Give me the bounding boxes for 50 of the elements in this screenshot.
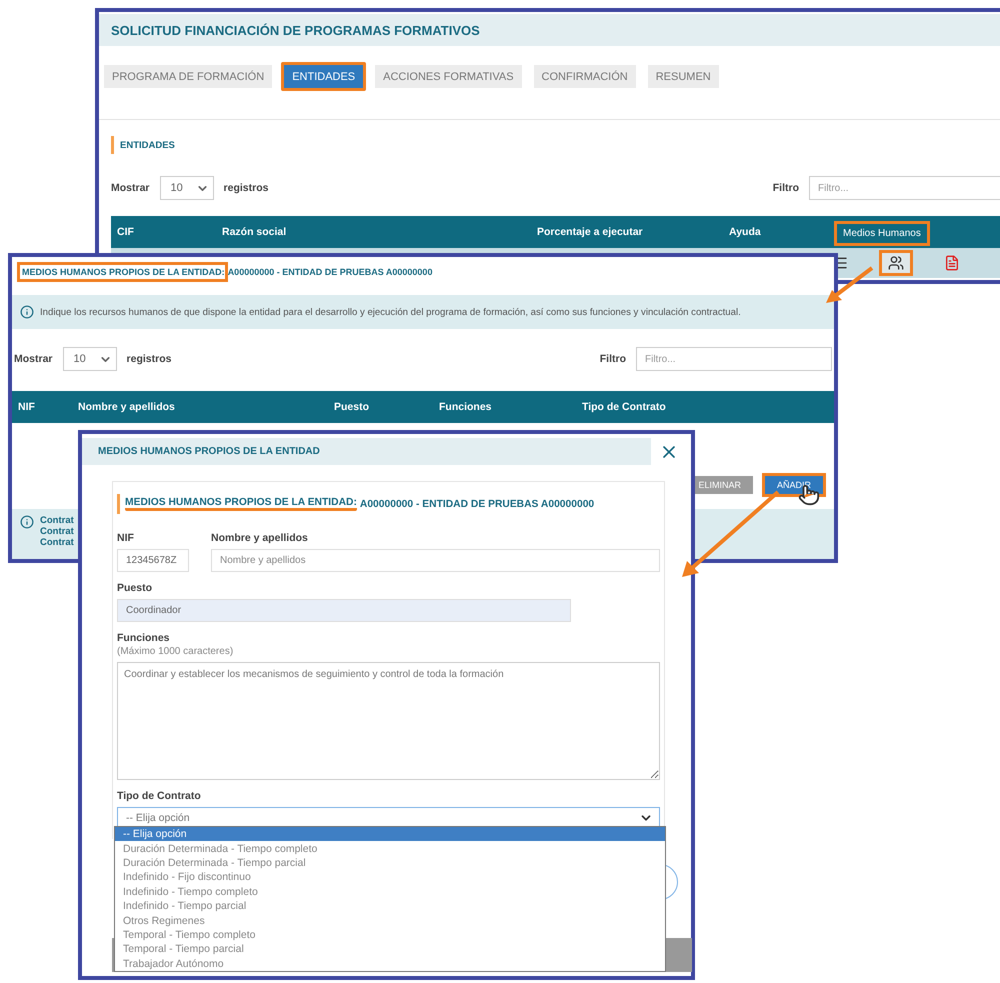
field-label: Puesto [117,582,154,594]
note-text: Contrat [40,537,74,548]
column-header: Tipo de Contrato [582,401,666,413]
column-header: Medios Humanos [837,224,927,242]
column-header: NIF [18,401,35,413]
dialog-title: MEDIOS HUMANOS PROPIOS DE LA ENTIDAD [98,446,320,457]
tab[interactable]: ENTIDADES [281,62,366,91]
position-field[interactable]: Coordinador [117,599,571,622]
field-label: Tipo de Contrato [117,790,202,802]
entity-name: A00000000 - ENTIDAD DE PRUEBAS A00000000 [360,498,594,510]
callout-arrow [826,266,874,303]
column-header: Puesto [334,401,370,413]
pdf-file-icon [944,255,960,271]
functions-field[interactable]: Coordinar y establecer los mecanismos de seguimiento y control de toda la formación [117,662,660,780]
panel-title: MEDIOS HUMANOS PROPIOS DE LA ENTIDAD: [20,265,225,279]
page-size-select[interactable]: 10 [62,347,117,371]
form-heading: MEDIOS HUMANOS PROPIOS DE LA ENTIDAD: [125,497,357,511]
field-label: Nombre y apellidos [211,532,309,544]
column-header: Ayuda [729,226,761,238]
records-label: registros [126,353,172,365]
nif-field[interactable]: 12345678Z [117,549,189,572]
column-header: Porcentaje a ejecutar [537,226,643,238]
column-header: CIF [117,226,134,238]
info-icon [20,515,34,529]
note-text: Contrat [40,526,74,537]
show-label: Mostrar [111,182,150,194]
field-label: NIF [117,532,135,544]
column-header: Funciones [439,401,492,413]
section-heading: ENTIDADES [111,136,1000,154]
page-title: SOLICITUD FINANCIACIÓN DE PROGRAMAS FORMATIVOS [111,22,480,38]
info-icon [20,305,34,319]
row-action-button[interactable] [879,250,913,276]
column-header: Razón social [222,226,286,238]
filter-field[interactable]: Filtro... [636,347,832,371]
tab[interactable]: ACCIONES FORMATIVAS [372,62,525,91]
dropdown-option[interactable]: -- Elija opción [115,827,665,842]
entity-name: A00000000 - ENTIDAD DE PRUEBAS A00000000 [228,267,432,277]
page-size-select[interactable]: 10 [160,176,214,200]
people-icon [888,255,904,271]
filter-label: Filtro [772,182,799,194]
info-text: Indique los recursos humanos de que dispone la entidad para el desarrollo y ejecución del programa de formación, así como sus funciones y vinculación contractual. [40,306,741,318]
column-header: Nombre y apellidos [78,401,175,413]
filter-field[interactable]: Filtro... [809,176,1000,200]
show-label: Mostrar [14,353,53,365]
note-text: Contrat [40,515,74,526]
filter-label: Filtro [600,353,626,365]
field-hint: (Máximo 1000 caracteres) [117,646,234,657]
records-label: registros [224,182,268,194]
name-field[interactable]: Nombre y apellidos [211,549,660,572]
field-label: Funciones [117,632,171,644]
